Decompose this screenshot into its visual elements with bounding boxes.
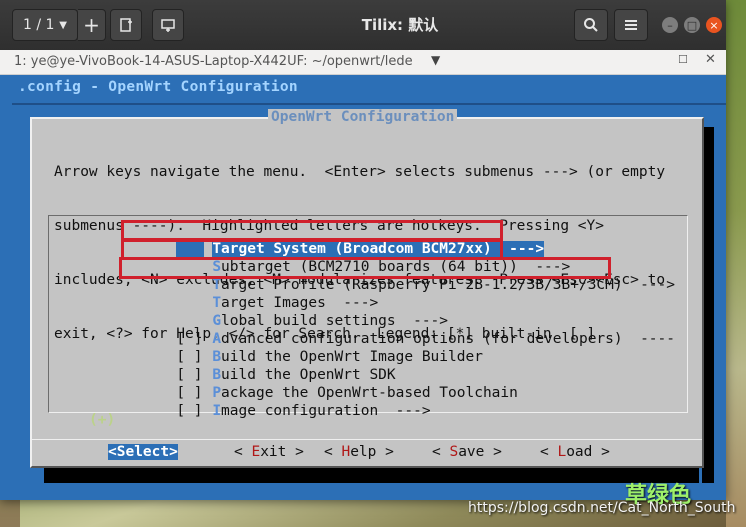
hamburger-menu-button[interactable] [614,9,648,41]
help-button[interactable]: < Help > [324,444,394,460]
highlight-box-target-profile [119,257,611,279]
terminal-area[interactable]: .config - OpenWrt Configuration OpenWrt … [0,75,726,500]
search-button[interactable] [574,9,608,41]
hotkey: I [212,403,222,419]
hotkey: E [251,444,261,460]
help-label: elp > [350,444,394,460]
select-button[interactable]: <Select> [108,444,178,460]
window-title: Tilix: 默认 [361,16,439,34]
menu-item-sdk[interactable]: [ ] Build the OpenWrt SDK [89,348,395,383]
dialog-shadow [44,467,699,483]
menu-item-advanced-config[interactable]: [ ] Advanced configuration options (for d… [89,312,675,347]
menu-list: Target System (Broadcom BCM27xx) ---> Su… [48,215,688,428]
maximize-terminal-icon[interactable]: ☐ [678,53,688,66]
maximize-icon: □ [686,18,698,32]
close-terminal-icon[interactable]: ✕ [705,52,716,67]
plus-icon: + [83,13,100,37]
save-label: ave > [458,444,502,460]
exit-button[interactable]: < Exit > [234,444,304,460]
new-window-icon [120,18,132,32]
session-count: 1 / 1 [23,17,55,33]
load-label: oad > [566,444,610,460]
header-divider [12,103,726,105]
hotkey: L [557,444,567,460]
session-selector[interactable]: 1 / 1 ▼ [12,9,78,41]
search-icon [584,18,598,32]
terminal-title-bar[interactable]: 1: ye@ye-VivoBook-14-ASUS-Laptop-X442UF:… [0,50,726,75]
menu-item-global-build-settings[interactable]: Global build settings ---> [89,294,448,329]
load-prefix: < [540,444,558,460]
hotkey: H [341,444,351,460]
save-button[interactable]: < Save > [432,444,502,460]
config-header: .config - OpenWrt Configuration [18,79,298,95]
more-items-indicator: (+) [89,412,116,428]
maximize-button[interactable]: □ [684,17,700,33]
exit-label: xit > [260,444,304,460]
close-icon: × [709,18,719,32]
add-session-button[interactable]: + [78,9,106,41]
chevron-down-icon[interactable]: ▼ [431,53,440,67]
config-dialog: OpenWrt Configuration Arrow keys navigat… [30,109,704,468]
menu-item-label: mage configuration ---> [221,403,431,419]
menu-item-toolchain[interactable]: [ ] Package the OpenWrt-based Toolchain [89,366,518,401]
terminal-title: 1: ye@ye-VivoBook-14-ASUS-Laptop-X442UF:… [14,54,413,69]
load-button[interactable]: < Load > [540,444,610,460]
title-bar: 1 / 1 ▼ + Tilix: 默认 – □ × [0,0,726,51]
help-prefix: < [324,444,342,460]
help-line: Arrow keys navigate the menu. <Enter> se… [54,164,666,180]
new-window-button[interactable] [110,9,142,41]
minimize-icon: – [667,18,673,32]
menu-item-image-builder[interactable]: [ ] Build the OpenWrt Image Builder [89,330,483,365]
desktop-background-right [726,0,746,527]
dialog-title: OpenWrt Configuration [268,109,458,125]
exit-prefix: < [234,444,252,460]
tilix-window: 1 / 1 ▼ + Tilix: 默认 – □ × 1: ye@ye-VivoB… [0,0,726,500]
checkbox[interactable]: [ ] [176,402,212,420]
minimize-button[interactable]: – [662,17,678,33]
watermark-url: https://blog.csdn.net/Cat_North_South [468,500,736,516]
close-button[interactable]: × [706,17,722,33]
button-bar: <Select> < Exit > < Help > < Save > < Lo… [32,439,702,464]
save-prefix: < [432,444,450,460]
hamburger-icon [625,20,637,30]
menu-item-image-configuration[interactable]: [ ] Image configuration ---> [89,384,430,419]
hotkey: S [449,444,459,460]
chevron-down-icon: ▼ [59,19,67,31]
add-terminal-icon [161,19,175,32]
add-terminal-button[interactable] [152,9,184,41]
